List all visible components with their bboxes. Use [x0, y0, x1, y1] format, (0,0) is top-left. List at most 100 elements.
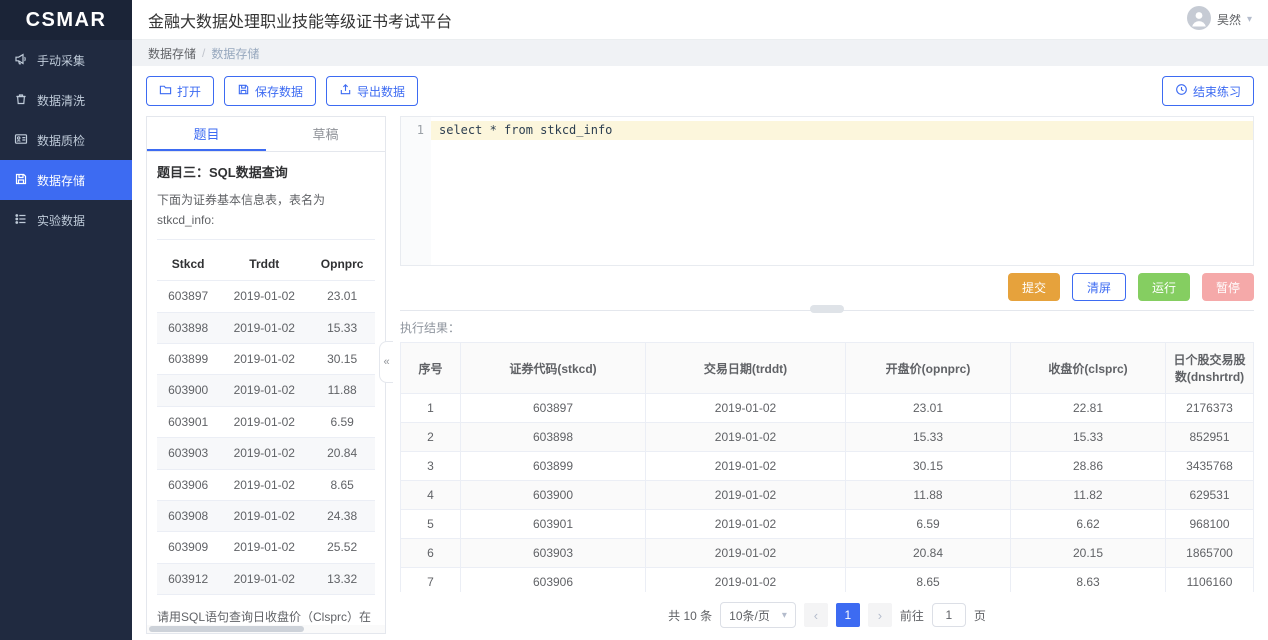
goto-page-input[interactable] — [932, 603, 966, 627]
column-header: Stkcd — [157, 248, 219, 281]
pause-button[interactable]: 暂停 — [1202, 273, 1254, 301]
sidebar-item-data-storage[interactable]: 数据存储 — [0, 160, 132, 200]
submit-button[interactable]: 提交 — [1008, 273, 1060, 301]
column-header: 交易日期(trddt) — [646, 343, 846, 394]
table-cell: 603900 — [157, 375, 219, 406]
table-cell: 3 — [401, 452, 461, 481]
page-size-select[interactable]: 10条/页 ▾ — [720, 602, 796, 628]
id-card-icon — [14, 132, 28, 149]
editor-gutter: 1 — [401, 117, 431, 265]
top-header: 金融大数据处理职业技能等级证书考试平台 昊然 ▾ — [132, 0, 1268, 40]
table-cell: 603900 — [461, 481, 646, 510]
breadcrumb-item[interactable]: 数据存储 — [148, 45, 196, 62]
question-title: 题目三：SQL数据查询 — [157, 162, 375, 184]
clock-icon — [1175, 83, 1188, 99]
results-table: 序号 证券代码(stkcd) 交易日期(trddt) 开盘价(opnprc) 收… — [400, 342, 1254, 592]
sidebar-item-label: 数据质检 — [37, 132, 85, 149]
table-cell: 2019-01-02 — [646, 452, 846, 481]
table-cell: 603909 — [157, 532, 219, 563]
table-cell: 6.62 — [1011, 510, 1166, 539]
sidebar-item-manual-collect[interactable]: 手动采集 — [0, 40, 132, 80]
table-cell: 1 — [401, 394, 461, 423]
collapse-icon: « — [383, 356, 389, 368]
table-cell: 603908 — [157, 501, 219, 532]
sidebar-item-experiment-data[interactable]: 实验数据 — [0, 200, 132, 240]
question-body: 题目三：SQL数据查询 下面为证券基本信息表，表名为stkcd_info: St… — [147, 152, 385, 625]
tab-draft[interactable]: 草稿 — [266, 117, 385, 151]
table-cell: 20.84 — [846, 539, 1011, 568]
table-row: 603903 2019-01-02 20.84 — [157, 438, 375, 469]
splitter-drag-handle[interactable] — [810, 305, 844, 313]
csmar-logo: CSMAR — [0, 0, 132, 40]
column-header: 日个股交易股数(dnshrtrd) — [1166, 343, 1254, 394]
manual-collect-icon — [14, 52, 28, 69]
sidebar-item-data-quality[interactable]: 数据质检 — [0, 120, 132, 160]
list-icon — [14, 212, 28, 229]
export-data-button-label: 导出数据 — [357, 83, 405, 100]
page-title: 金融大数据处理职业技能等级证书考试平台 — [148, 8, 452, 32]
clear-screen-button[interactable]: 清屏 — [1072, 273, 1126, 301]
table-cell: 6 — [401, 539, 461, 568]
code-line[interactable]: select * from stkcd_info — [431, 121, 1253, 140]
trash-icon — [14, 92, 28, 109]
page-size-value: 10条/页 — [729, 607, 770, 624]
open-button-label: 打开 — [177, 83, 201, 100]
page-number-1[interactable]: 1 — [836, 603, 860, 627]
save-data-button[interactable]: 保存数据 — [224, 76, 316, 106]
scrollbar-thumb[interactable] — [149, 626, 304, 632]
table-cell: 6.59 — [846, 510, 1011, 539]
user-name: 昊然 — [1217, 11, 1241, 28]
table-cell: 603898 — [461, 423, 646, 452]
results-table-wrap: 序号 证券代码(stkcd) 交易日期(trddt) 开盘价(opnprc) 收… — [400, 342, 1254, 592]
collapse-panel-handle[interactable]: « — [379, 341, 393, 383]
column-header: 序号 — [401, 343, 461, 394]
table-cell: 2176373 — [1166, 394, 1254, 423]
table-cell: 2019-01-02 — [219, 406, 309, 437]
table-cell: 968100 — [1166, 510, 1254, 539]
results-table-body: 1 603897 2019-01-02 23.01 22.81 2176373 — [401, 394, 1254, 593]
export-data-button[interactable]: 导出数据 — [326, 76, 418, 106]
table-cell: 2019-01-02 — [646, 568, 846, 593]
editor-actions: 提交 清屏 运行 暂停 — [400, 273, 1254, 301]
table-cell: 25.52 — [309, 532, 375, 563]
next-page-button[interactable]: › — [868, 603, 892, 627]
app-root: CSMAR 手动采集 数据清洗 数据质检 — [0, 0, 1268, 640]
question-table-body: 603897 2019-01-02 23.01 603898 2019-01-0… — [157, 281, 375, 595]
question-panel: 题目 草稿 题目三：SQL数据查询 下面为证券基本信息表，表名为stkcd_in… — [146, 116, 386, 634]
question-tabs: 题目 草稿 — [147, 117, 385, 152]
tab-question[interactable]: 题目 — [147, 117, 266, 151]
table-cell: 22.81 — [1011, 394, 1166, 423]
table-cell: 2019-01-02 — [646, 510, 846, 539]
line-number: 1 — [401, 121, 424, 140]
user-menu[interactable]: 昊然 ▾ — [1187, 6, 1252, 33]
table-cell: 2019-01-02 — [219, 375, 309, 406]
table-row: 4 603900 2019-01-02 11.88 11.82 629531 — [401, 481, 1254, 510]
table-cell: 603903 — [157, 438, 219, 469]
open-button[interactable]: 打开 — [146, 76, 214, 106]
table-row: 7 603906 2019-01-02 8.65 8.63 1106160 — [401, 568, 1254, 593]
save-data-button-label: 保存数据 — [255, 83, 303, 100]
table-cell: 8.65 — [846, 568, 1011, 593]
table-row: 603909 2019-01-02 25.52 — [157, 532, 375, 563]
table-cell: 2019-01-02 — [646, 394, 846, 423]
finish-practice-button[interactable]: 结束练习 — [1162, 76, 1254, 106]
table-cell: 15.33 — [846, 423, 1011, 452]
sidebar-item-data-clean[interactable]: 数据清洗 — [0, 80, 132, 120]
chevron-down-icon: ▾ — [782, 610, 787, 621]
code-area[interactable]: select * from stkcd_info — [431, 117, 1253, 265]
question-panel-scrollbar[interactable] — [147, 625, 385, 633]
chevron-down-icon: ▾ — [1247, 14, 1252, 25]
table-cell: 2019-01-02 — [219, 501, 309, 532]
run-button[interactable]: 运行 — [1138, 273, 1190, 301]
table-cell: 603903 — [461, 539, 646, 568]
prev-page-button[interactable]: ‹ — [804, 603, 828, 627]
table-cell: 603901 — [461, 510, 646, 539]
question-intro: 下面为证券基本信息表，表名为stkcd_info: — [157, 190, 375, 240]
column-header: 收盘价(clsprc) — [1011, 343, 1166, 394]
column-header: 证券代码(stkcd) — [461, 343, 646, 394]
table-cell: 7 — [401, 568, 461, 593]
table-cell: 20.15 — [1011, 539, 1166, 568]
table-cell: 2019-01-02 — [646, 423, 846, 452]
question-table-head: Stkcd Trddt Opnprc — [157, 248, 375, 281]
table-row: 603899 2019-01-02 30.15 — [157, 344, 375, 375]
